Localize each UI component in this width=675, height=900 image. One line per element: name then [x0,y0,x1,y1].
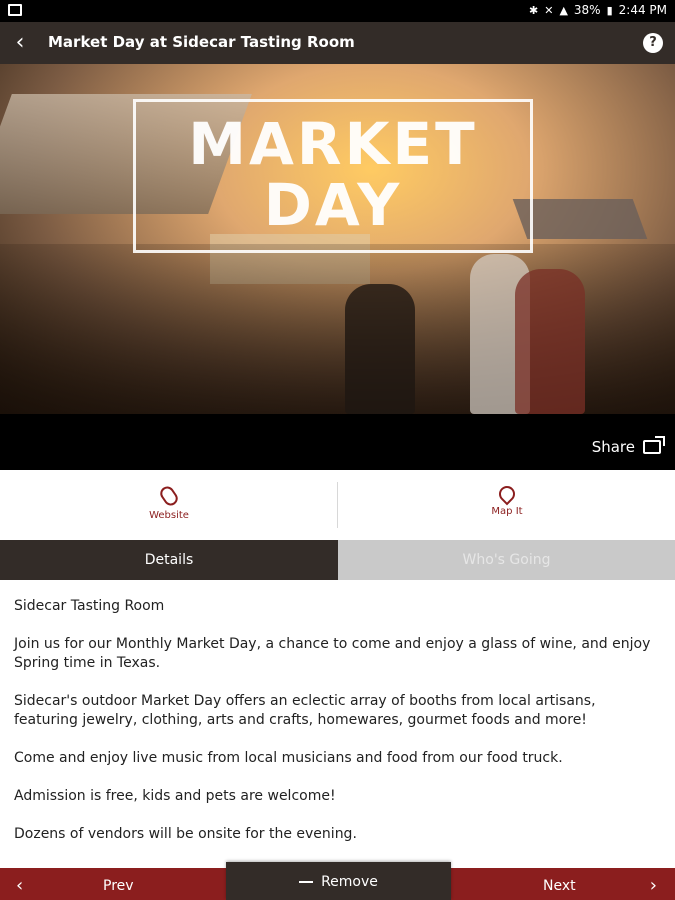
description-paragraph: Admission is free, kids and pets are wel… [14,788,336,804]
notification-icon [8,4,22,16]
description-paragraph: Join us for our Monthly Market Day, a ch… [14,636,651,671]
map-it-label: Map It [491,506,523,517]
app-bar: ‹ Market Day at Sidecar Tasting Room ? [0,22,675,64]
map-it-button[interactable]: Map It [447,482,567,517]
share-bar: Share [0,414,675,470]
battery-level: 38% [573,3,601,17]
prev-button[interactable]: ‹ Prev [0,868,225,900]
prev-label: Prev [103,878,134,894]
action-row: Website Map It [0,470,675,540]
banner-title-line2: DAY [263,171,403,239]
description-paragraph: Come and enjoy live music from local mus… [14,750,563,766]
battery-icon: ▮ [606,3,613,17]
share-label: Share [591,438,635,456]
chevron-left-icon: ‹ [16,875,24,896]
action-divider [337,482,338,528]
share-button[interactable]: Share [591,436,665,456]
back-arrow-icon[interactable]: ‹ [8,30,32,55]
bluetooth-icon: ✱ [529,3,539,17]
tab-whos-going[interactable]: Who's Going [338,540,675,580]
venue-name: Sidecar Tasting Room [14,598,165,614]
event-banner-image: MARKET DAY [0,64,675,414]
mute-icon: ✕ [544,3,554,17]
mouse-click-icon [157,483,181,509]
clock: 2:44 PM [618,3,667,17]
description-paragraph: Sidecar's outdoor Market Day offers an e… [14,693,596,728]
status-bar: ✱ ✕ ▲ 38% ▮ 2:44 PM [0,0,675,22]
tab-bar: Details Who's Going [0,540,675,580]
remove-label: Remove [321,874,378,890]
help-icon[interactable]: ? [643,33,663,53]
map-pin-icon [495,482,519,506]
banner-title-line1: MARKET [188,110,478,178]
description-paragraph: Dozens of vendors will be onsite for the… [14,826,357,842]
next-label: Next [543,878,576,894]
page-title: Market Day at Sidecar Tasting Room [48,33,355,51]
minus-icon [299,881,314,883]
website-button[interactable]: Website [109,483,229,521]
next-button[interactable]: Next › [451,868,675,900]
chevron-right-icon: › [649,875,657,896]
share-icon [643,436,665,454]
tab-details[interactable]: Details [0,540,338,580]
event-description: Sidecar Tasting Room Join us for our Mon… [14,597,654,863]
website-label: Website [149,510,189,521]
signal-icon: ▲ [559,3,568,17]
remove-button[interactable]: Remove [226,862,451,900]
status-icons: ✱ ✕ ▲ 38% ▮ 2:44 PM [529,3,667,17]
